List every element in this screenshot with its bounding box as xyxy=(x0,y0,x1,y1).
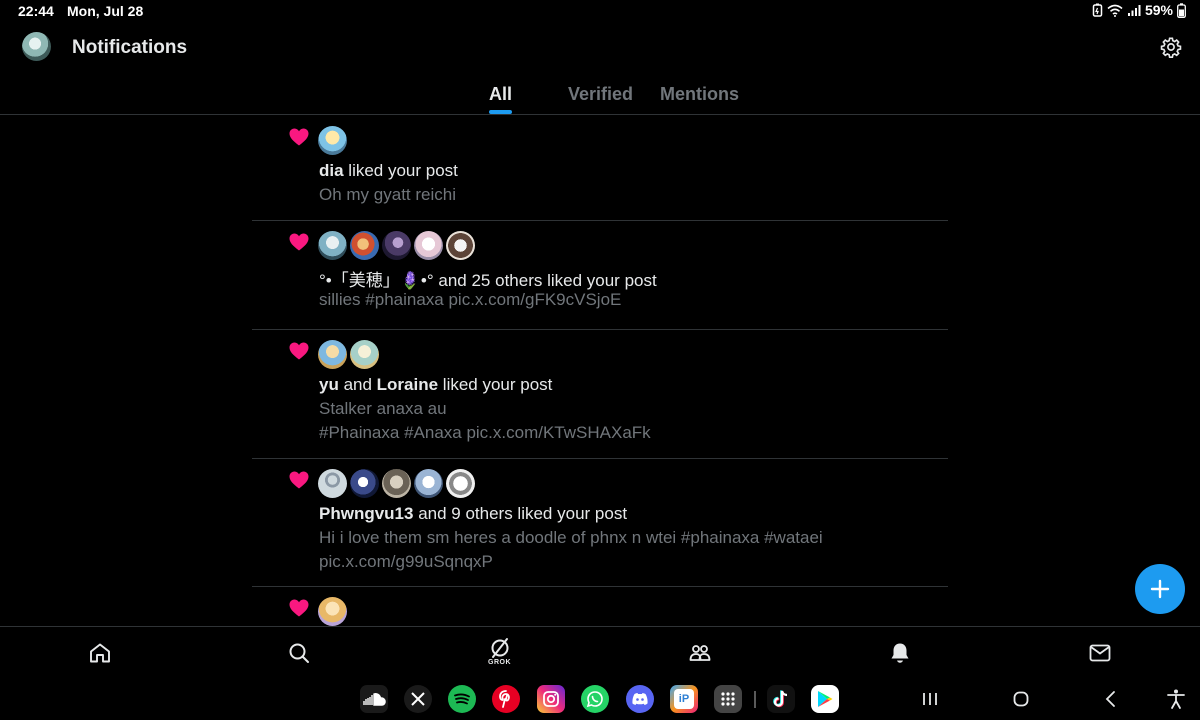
gear-icon[interactable] xyxy=(1160,36,1182,58)
home-circle-icon[interactable] xyxy=(1010,688,1032,710)
tiktok-icon[interactable] xyxy=(767,685,795,713)
avatar[interactable] xyxy=(318,469,347,498)
avatar[interactable] xyxy=(446,231,475,260)
instagram-icon[interactable] xyxy=(537,685,565,713)
avatar-stack xyxy=(318,469,475,498)
back-icon[interactable] xyxy=(1100,688,1122,710)
actor-name[interactable]: Loraine xyxy=(377,375,438,394)
action-text: and 9 others liked your post xyxy=(413,504,628,523)
post-preview: sillies #phainaxa pic.x.com/gFK9cVSjoE xyxy=(319,290,622,309)
battery-percent: 59% xyxy=(1144,2,1173,18)
post-preview-line: #Phainaxa #Anaxa pic.x.com/KTwSHAXaFk xyxy=(319,423,651,442)
whatsapp-icon[interactable] xyxy=(581,685,609,713)
heart-icon xyxy=(289,471,309,489)
recents-icon[interactable] xyxy=(919,688,941,710)
notification-tabs: All Verified Mentions xyxy=(0,72,1200,115)
notification-item[interactable] xyxy=(252,587,948,626)
avatar-stack xyxy=(318,597,347,626)
home-icon[interactable] xyxy=(88,641,112,665)
status-date: Mon, Jul 28 xyxy=(67,3,144,19)
avatar[interactable] xyxy=(350,340,379,369)
action-text: liked your post xyxy=(343,161,458,180)
status-bar: 22:44 Mon, Jul 28 59% xyxy=(0,0,1200,22)
system-dock: iP xyxy=(0,678,1200,720)
avatar[interactable] xyxy=(414,231,443,260)
avatar-stack xyxy=(318,231,475,260)
notification-item[interactable]: °•「美穂」🪻•° and 25 others liked your post … xyxy=(252,221,948,330)
avatar[interactable] xyxy=(446,469,475,498)
profile-avatar[interactable] xyxy=(22,32,51,61)
notification-item[interactable]: Phwngvu13 and 9 others liked your post H… xyxy=(252,459,948,587)
active-tab-indicator xyxy=(489,110,512,114)
avatar[interactable] xyxy=(318,340,347,369)
status-time: 22:44 xyxy=(18,3,54,19)
battery-icon xyxy=(1177,2,1186,18)
post-preview-line: pic.x.com/g99uSqnqxP xyxy=(319,552,493,571)
heart-icon xyxy=(289,342,309,360)
notification-text: Phwngvu13 and 9 others liked your post xyxy=(319,504,627,524)
avatar[interactable] xyxy=(382,469,411,498)
dock-divider xyxy=(754,691,756,708)
actor-name[interactable]: Phwngvu13 xyxy=(319,504,413,523)
heart-icon xyxy=(289,128,309,146)
avatar[interactable] xyxy=(350,231,379,260)
notifications-icon[interactable] xyxy=(888,641,912,665)
soundcloud-icon[interactable] xyxy=(360,685,388,713)
communities-icon[interactable] xyxy=(688,641,712,665)
heart-icon xyxy=(289,599,309,617)
heart-icon xyxy=(289,233,309,251)
search-icon[interactable] xyxy=(287,641,311,665)
spotify-icon[interactable] xyxy=(448,685,476,713)
avatar[interactable] xyxy=(318,126,347,155)
app-drawer-icon[interactable] xyxy=(714,685,742,713)
notification-item[interactable]: yu and Loraine liked your post Stalker a… xyxy=(252,330,948,459)
x-app-icon[interactable] xyxy=(404,685,432,713)
avatar[interactable] xyxy=(382,231,411,260)
status-icons: 59% xyxy=(1092,2,1186,18)
post-preview-line: Hi i love them sm heres a doodle of phnx… xyxy=(319,528,823,547)
avatar[interactable] xyxy=(318,231,347,260)
avatar[interactable] xyxy=(414,469,443,498)
grok-icon[interactable] xyxy=(488,637,512,659)
notification-text: yu and Loraine liked your post xyxy=(319,375,552,395)
header: Notifications xyxy=(0,22,1200,72)
actor-name[interactable]: dia xyxy=(319,161,344,180)
notification-text: dia liked your post xyxy=(319,161,458,181)
connector-text: and xyxy=(338,375,377,394)
post-preview: Oh my gyatt reichi xyxy=(319,185,456,204)
post-preview-line: Stalker anaxa au xyxy=(319,399,447,418)
ibispaint-icon[interactable]: iP xyxy=(670,685,698,713)
accessibility-icon[interactable] xyxy=(1165,688,1187,710)
pinterest-icon[interactable] xyxy=(492,685,520,713)
bottom-navigation: GROK xyxy=(0,626,1200,678)
actor-name[interactable]: yu xyxy=(319,375,339,394)
page-title: Notifications xyxy=(72,37,188,58)
wifi-icon xyxy=(1107,4,1123,17)
signal-icon xyxy=(1127,5,1141,16)
compose-button[interactable] xyxy=(1135,564,1185,614)
grok-label: GROK xyxy=(488,659,511,666)
avatar-stack xyxy=(318,126,347,155)
notification-list: dia liked your post Oh my gyatt reichi °… xyxy=(252,116,948,626)
plus-icon xyxy=(1150,579,1170,599)
battery-saver-icon xyxy=(1092,3,1103,17)
avatar-stack xyxy=(318,340,379,369)
tab-verified[interactable]: Verified xyxy=(568,84,633,105)
notification-item[interactable]: dia liked your post Oh my gyatt reichi xyxy=(252,116,948,221)
avatar[interactable] xyxy=(350,469,379,498)
action-text: liked your post xyxy=(438,375,553,394)
tab-all[interactable]: All xyxy=(489,84,512,105)
tab-mentions[interactable]: Mentions xyxy=(660,84,739,105)
discord-icon[interactable] xyxy=(626,685,654,713)
messages-icon[interactable] xyxy=(1088,641,1112,665)
avatar[interactable] xyxy=(318,597,347,626)
google-play-icon[interactable] xyxy=(811,685,839,713)
